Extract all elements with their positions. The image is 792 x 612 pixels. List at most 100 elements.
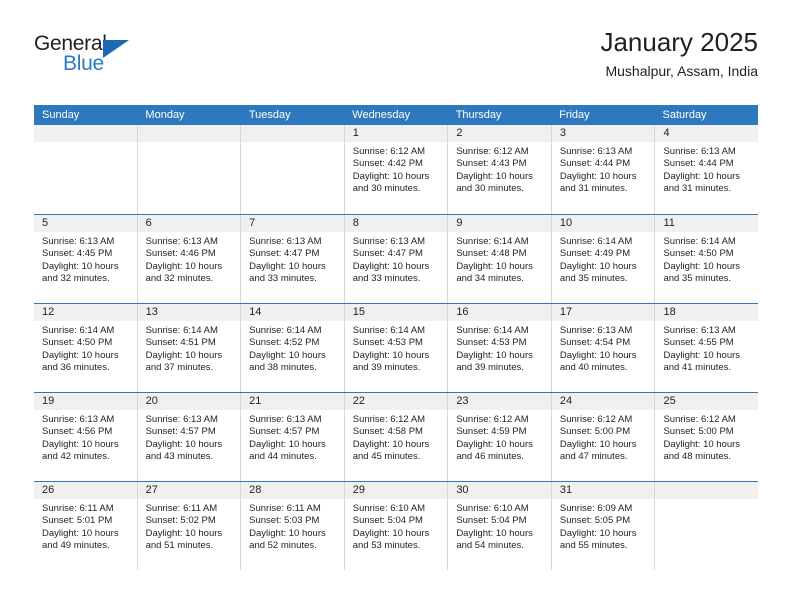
day-number: 1 xyxy=(352,127,359,139)
day-cell-body: Sunrise: 6:13 AM Sunset: 4:57 PM Daylight:… xyxy=(241,410,344,464)
day-cell-body: Sunrise: 6:13 AM Sunset: 4:44 PM Daylight:… xyxy=(655,142,758,196)
day-cell-body: Sunrise: 6:13 AM Sunset: 4:46 PM Daylight:… xyxy=(138,232,241,286)
sunrise-text: Sunrise: 6:14 AM xyxy=(42,325,115,336)
sunset-text: Sunset: 4:43 PM xyxy=(456,158,527,170)
day-number: 13 xyxy=(145,306,158,318)
sunset-text: Sunset: 4:42 PM xyxy=(352,158,423,170)
calendar-day-cell[interactable]: 17 Sunrise: 6:13 AM Sunset: 4:54 PM Dayligh… xyxy=(550,304,655,392)
day-number-band: 18 xyxy=(655,304,759,321)
calendar-day-cell[interactable]: 9 Sunrise: 6:14 AM Sunset: 4:48 PM Daylight… xyxy=(447,215,551,303)
day-cell-body: Sunrise: 6:14 AM Sunset: 4:50 PM Daylight:… xyxy=(34,321,137,375)
calendar-day-cell[interactable]: 11 Sunrise: 6:14 AM Sunset: 4:50 PM Dayligh… xyxy=(654,215,759,303)
calendar-day-cell[interactable]: 21 Sunrise: 6:13 AM Sunset: 4:57 PM Dayligh… xyxy=(240,393,344,481)
general-blue-logo[interactable]: General Blue xyxy=(34,32,164,82)
day-number-band: 24 xyxy=(551,393,655,410)
day-number: 6 xyxy=(145,217,152,229)
day-number-band: 20 xyxy=(137,393,241,410)
calendar-day-cell[interactable]: 7 Sunrise: 6:13 AM Sunset: 4:47 PM Daylight… xyxy=(240,215,344,303)
calendar-day-cell[interactable]: 5 Sunrise: 6:13 AM Sunset: 4:45 PM Daylight… xyxy=(34,215,137,303)
day-number-band xyxy=(241,125,344,142)
calendar-day-cell[interactable]: 13 Sunrise: 6:14 AM Sunset: 4:51 PM Dayligh… xyxy=(136,304,241,392)
daylight-text: Daylight: 10 hours xyxy=(145,260,223,272)
calendar-day-cell-empty xyxy=(136,125,241,214)
calendar-day-cell[interactable]: 8 Sunrise: 6:13 AM Sunset: 4:47 PM Daylight… xyxy=(343,215,448,303)
sunrise-text: Sunrise: 6:13 AM xyxy=(559,146,633,157)
daylight-text: Daylight: 10 hours xyxy=(456,349,533,361)
day-cell-body: Sunrise: 6:11 AM Sunset: 5:01 PM Daylight:… xyxy=(34,499,137,553)
day-cell-body: Sunrise: 6:12 AM Sunset: 4:43 PM Daylight:… xyxy=(448,142,551,196)
calendar-day-cell[interactable]: 12 Sunrise: 6:14 AM Sunset: 4:50 PM Dayligh… xyxy=(34,304,137,392)
calendar-day-cell[interactable]: 19 Sunrise: 6:13 AM Sunset: 4:56 PM Dayligh… xyxy=(34,393,137,481)
weekday-header-tuesday: Tuesday xyxy=(248,109,291,121)
calendar-day-cell[interactable]: 24 Sunrise: 6:12 AM Sunset: 5:00 PM Dayligh… xyxy=(550,393,655,481)
day-number-band: 13 xyxy=(137,304,241,321)
calendar-day-cell[interactable]: 22 Sunrise: 6:12 AM Sunset: 4:58 PM Dayligh… xyxy=(343,393,448,481)
calendar-day-cell[interactable]: 29 Sunrise: 6:10 AM Sunset: 5:04 PM Dayligh… xyxy=(343,482,448,570)
sunrise-text: Sunrise: 6:10 AM xyxy=(456,503,529,514)
calendar-day-cell[interactable]: 26 Sunrise: 6:11 AM Sunset: 5:01 PM Dayligh… xyxy=(34,482,137,570)
sunset-text: Sunset: 4:49 PM xyxy=(559,248,631,260)
sunset-text: Sunset: 5:03 PM xyxy=(249,515,320,527)
calendar-day-cell[interactable]: 15 Sunrise: 6:14 AM Sunset: 4:53 PM Dayligh… xyxy=(343,304,448,392)
calendar-day-cell[interactable]: 30 Sunrise: 6:10 AM Sunset: 5:04 PM Dayligh… xyxy=(447,482,551,570)
calendar-day-cell[interactable]: 20 Sunrise: 6:13 AM Sunset: 4:57 PM Dayligh… xyxy=(136,393,241,481)
day-cell-body: Sunrise: 6:14 AM Sunset: 4:50 PM Daylight:… xyxy=(655,232,758,286)
calendar-day-cell[interactable]: 6 Sunrise: 6:13 AM Sunset: 4:46 PM Daylight… xyxy=(136,215,241,303)
calendar-week-row: 26 Sunrise: 6:11 AM Sunset: 5:01 PM Dayligh… xyxy=(34,481,759,570)
sunset-text: Sunset: 4:45 PM xyxy=(42,248,113,260)
calendar-day-cell[interactable]: 23 Sunrise: 6:12 AM Sunset: 4:59 PM Dayligh… xyxy=(447,393,551,481)
calendar-day-cell[interactable]: 16 Sunrise: 6:14 AM Sunset: 4:53 PM Dayligh… xyxy=(447,304,551,392)
calendar-day-cell[interactable]: 2 Sunrise: 6:12 AM Sunset: 4:43 PM Daylight… xyxy=(447,125,551,214)
day-number-band: 31 xyxy=(551,482,655,499)
weekday-header-monday: Monday xyxy=(145,109,185,121)
day-number-band: 7 xyxy=(241,215,344,232)
daylight-text: Daylight: 10 hours xyxy=(559,260,637,272)
day-cell-body: Sunrise: 6:13 AM Sunset: 4:45 PM Daylight:… xyxy=(34,232,137,286)
sunrise-text: Sunrise: 6:13 AM xyxy=(249,236,322,247)
sunset-text: Sunset: 4:53 PM xyxy=(456,337,527,349)
day-number-band: 30 xyxy=(448,482,551,499)
calendar-day-cell[interactable]: 27 Sunrise: 6:11 AM Sunset: 5:02 PM Dayligh… xyxy=(136,482,241,570)
sunrise-text: Sunrise: 6:12 AM xyxy=(559,414,633,425)
sunrise-text: Sunrise: 6:12 AM xyxy=(352,414,426,425)
calendar-week-row: 12 Sunrise: 6:14 AM Sunset: 4:50 PM Dayligh… xyxy=(34,303,759,392)
calendar-day-cell[interactable]: 10 Sunrise: 6:14 AM Sunset: 4:49 PM Dayligh… xyxy=(550,215,655,303)
daylight-text: Daylight: 10 hours xyxy=(249,349,326,361)
day-number: 18 xyxy=(663,306,676,318)
daylight-text: Daylight: 10 hours xyxy=(42,260,119,272)
daylight-text: Daylight: 10 hours xyxy=(663,438,741,450)
sunrise-text: Sunrise: 6:14 AM xyxy=(559,236,633,247)
sunset-text: Sunset: 4:56 PM xyxy=(42,426,113,438)
calendar-day-cell-empty xyxy=(34,125,137,214)
calendar-day-cell[interactable]: 4 Sunrise: 6:13 AM Sunset: 4:44 PM Daylight… xyxy=(654,125,759,214)
sunset-text: Sunset: 4:53 PM xyxy=(352,337,423,349)
daylight-text-cont: and 40 minutes. xyxy=(559,362,628,374)
calendar-day-cell[interactable]: 1 Sunrise: 6:12 AM Sunset: 4:42 PM Daylight… xyxy=(343,125,448,214)
day-cell-body: Sunrise: 6:13 AM Sunset: 4:44 PM Daylight:… xyxy=(552,142,655,196)
daylight-text: Daylight: 10 hours xyxy=(352,260,430,272)
calendar-day-cell[interactable]: 18 Sunrise: 6:13 AM Sunset: 4:55 PM Dayligh… xyxy=(654,304,759,392)
day-number: 17 xyxy=(559,306,573,318)
daylight-text: Daylight: 10 hours xyxy=(663,260,741,272)
calendar-week-row: 19 Sunrise: 6:13 AM Sunset: 4:56 PM Dayligh… xyxy=(34,392,759,481)
day-number: 9 xyxy=(456,217,463,229)
day-number-band: 21 xyxy=(241,393,344,410)
sunrise-text: Sunrise: 6:14 AM xyxy=(663,236,736,247)
calendar-day-cell[interactable]: 3 Sunrise: 6:13 AM Sunset: 4:44 PM Daylight… xyxy=(550,125,655,214)
sunrise-text: Sunrise: 6:13 AM xyxy=(42,236,115,247)
calendar-day-cell[interactable]: 25 Sunrise: 6:12 AM Sunset: 5:00 PM Dayligh… xyxy=(654,393,759,481)
day-cell-body xyxy=(34,142,137,146)
calendar-day-cell[interactable]: 31 Sunrise: 6:09 AM Sunset: 5:05 PM Dayligh… xyxy=(550,482,655,570)
calendar-day-cell[interactable]: 14 Sunrise: 6:14 AM Sunset: 4:52 PM Dayligh… xyxy=(240,304,344,392)
sunset-text: Sunset: 5:01 PM xyxy=(42,515,113,527)
sunrise-text: Sunrise: 6:14 AM xyxy=(145,325,218,336)
daylight-text-cont: and 33 minutes. xyxy=(249,273,317,285)
day-cell-body: Sunrise: 6:12 AM Sunset: 5:00 PM Daylight:… xyxy=(655,410,758,464)
daylight-text-cont: and 32 minutes. xyxy=(42,273,110,285)
calendar-day-cell[interactable]: 28 Sunrise: 6:11 AM Sunset: 5:03 PM Dayligh… xyxy=(240,482,344,570)
day-cell-body: Sunrise: 6:14 AM Sunset: 4:52 PM Daylight:… xyxy=(241,321,344,375)
daylight-text: Daylight: 10 hours xyxy=(352,170,430,182)
daylight-text-cont: and 30 minutes. xyxy=(456,183,524,195)
day-number-band: 26 xyxy=(34,482,137,499)
daylight-text-cont: and 52 minutes. xyxy=(249,540,317,552)
